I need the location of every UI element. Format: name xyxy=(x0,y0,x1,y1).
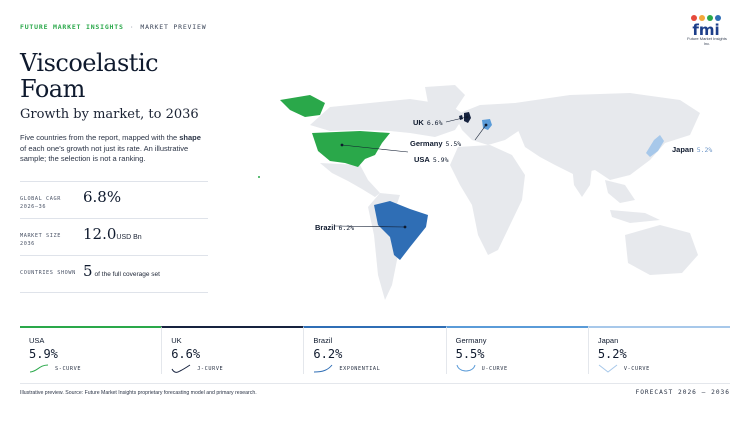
title-line-2: Foam xyxy=(20,75,85,103)
section-name: MARKET PREVIEW xyxy=(140,23,207,31)
map-label-brazil: Brazil 6.2% xyxy=(315,223,355,232)
mexico-central-america xyxy=(320,163,380,197)
india xyxy=(572,165,592,197)
top-bar: FUTURE MARKET INSIGHTS · MARKET PREVIEW xyxy=(20,23,206,31)
map-label-uk: UK 6.6% xyxy=(413,118,443,127)
land-masses xyxy=(310,85,700,300)
card-country: Brazil xyxy=(313,336,333,345)
stat-unit: USD Bn xyxy=(116,234,142,241)
card-country: Japan xyxy=(597,336,619,345)
card-value: 6.6% xyxy=(171,347,201,361)
world-map xyxy=(258,85,700,300)
card-usa: USA 5.9% S-CURVE xyxy=(20,326,162,374)
card-japan: Japan 5.2% V-CURVE xyxy=(587,326,731,374)
stat-countries-shown: COUNTRIES SHOWN 5 of the full coverage se… xyxy=(20,255,208,293)
stat-value: 5 of the full coverage set xyxy=(83,262,160,280)
africa xyxy=(450,145,525,255)
page-title: Viscoelastic Foam xyxy=(20,49,159,103)
forecast-range: FORECAST 2026 – 2036 xyxy=(635,389,730,396)
stat-value: 12.0USD Bn xyxy=(83,225,142,243)
southeast-asia xyxy=(605,180,635,203)
stat-label: COUNTRIES SHOWN xyxy=(20,270,76,276)
country-cards: USA 5.9% S-CURVE UK 6.6% J-CURVE Brazil … xyxy=(20,326,731,374)
s-curve-icon xyxy=(29,364,49,373)
v-curve-icon xyxy=(598,364,618,373)
map-label-germany: Germany 5.5% xyxy=(410,139,462,148)
card-country: UK xyxy=(171,336,182,345)
card-germany: Germany 5.5% U-CURVE xyxy=(445,326,588,374)
card-curve: U-CURVE xyxy=(481,366,508,372)
stat-global-cagr: GLOBAL CAGR 2026–36 6.8% xyxy=(20,181,208,218)
j-curve-icon xyxy=(171,364,191,373)
asia xyxy=(515,93,700,180)
australia xyxy=(625,225,698,275)
card-value: 5.5% xyxy=(455,347,485,361)
header-separator: · xyxy=(129,23,135,31)
card-value: 5.2% xyxy=(597,347,627,361)
page-subtitle: Growth by market, to 2036 xyxy=(20,107,199,122)
stat-market-size: MARKET SIZE 2036 12.0USD Bn xyxy=(20,218,208,255)
card-curve: S-CURVE xyxy=(55,366,82,372)
logo-subtext: Future Market Insights Inc. xyxy=(687,36,727,46)
stat-value: 6.8% xyxy=(83,188,122,206)
footer-note: Illustrative preview. Source: Future Mar… xyxy=(20,390,257,396)
title-line-1: Viscoelastic xyxy=(20,49,159,77)
card-curve: V-CURVE xyxy=(623,366,650,372)
description-bold: shape xyxy=(179,133,201,142)
description: Five countries from the report, mapped w… xyxy=(20,133,201,163)
exponential-curve-icon xyxy=(314,364,333,373)
card-uk: UK 6.6% J-CURVE xyxy=(161,326,304,374)
footer-divider xyxy=(20,383,730,384)
card-brazil: Brazil 6.2% EXPONENTIAL xyxy=(303,326,446,374)
card-country: USA xyxy=(29,336,45,345)
card-curve: EXPONENTIAL xyxy=(339,366,381,372)
card-curve: J-CURVE xyxy=(197,366,224,372)
stat-label: MARKET SIZE 2036 xyxy=(20,233,61,247)
card-value: 6.2% xyxy=(313,347,343,361)
card-country: Germany xyxy=(455,336,487,345)
brand-name: FUTURE MARKET INSIGHTS xyxy=(20,23,124,31)
u-curve-icon xyxy=(456,364,476,372)
stat-label: GLOBAL CAGR 2026–36 xyxy=(20,196,61,210)
map-label-usa: USA 5.9% xyxy=(414,155,449,164)
usa-alaska xyxy=(280,95,325,117)
indonesia xyxy=(610,210,660,223)
map-label-japan: Japan 5.2% xyxy=(672,145,713,154)
stat-unit: of the full coverage set xyxy=(94,271,160,278)
card-value: 5.9% xyxy=(29,347,58,361)
